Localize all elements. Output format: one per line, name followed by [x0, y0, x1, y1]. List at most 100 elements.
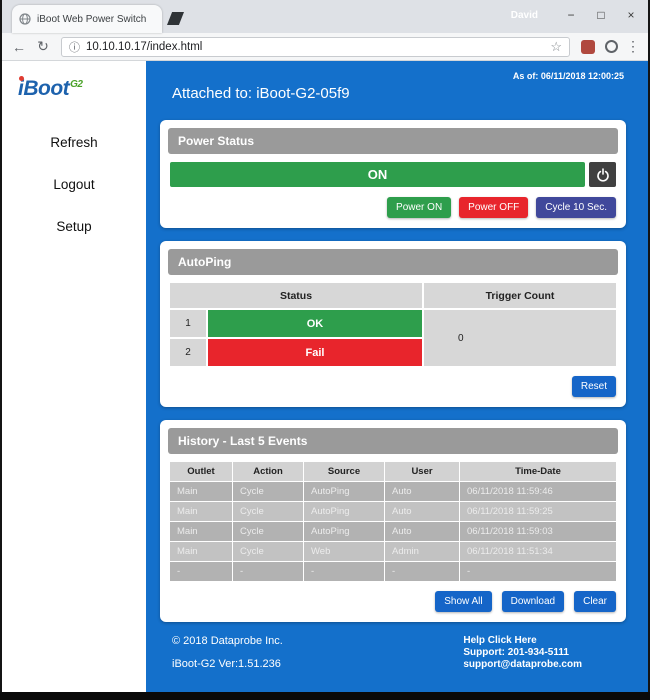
- maximize-icon[interactable]: □: [586, 2, 616, 28]
- power-toggle-button[interactable]: [589, 162, 616, 187]
- autoping-row-index: 2: [170, 339, 206, 366]
- autoping-status-ok: OK: [208, 310, 422, 337]
- history-cell: AutoPing: [304, 482, 384, 501]
- minimize-icon[interactable]: −: [556, 2, 586, 28]
- url-text[interactable]: 10.10.10.17/index.html: [86, 41, 544, 53]
- autoping-col-trigger: Trigger Count: [424, 283, 616, 308]
- autoping-row-index: 1: [170, 310, 206, 337]
- history-cell: 06/11/2018 11:51:34: [460, 542, 616, 561]
- footer-left: © 2018 Dataprobe Inc. iBoot-G2 Ver:1.51.…: [172, 635, 283, 671]
- browser-window: iBoot Web Power Switch David − □ × ← ↻ ⓘ…: [0, 0, 650, 700]
- main-area: As of: 06/11/2018 12:00:25 Attached to: …: [146, 61, 648, 692]
- power-buttons: Power ON Power OFF Cycle 10 Sec.: [168, 197, 616, 218]
- power-status-card: Power Status ON Power ON Power OFF: [160, 120, 626, 228]
- power-state-indicator: ON: [170, 162, 585, 187]
- new-tab-button[interactable]: [167, 12, 184, 25]
- history-cell: Main: [170, 542, 232, 561]
- window-bottom-edge: [0, 692, 650, 700]
- autoping-actions: Reset: [168, 376, 616, 397]
- autoping-table: Status Trigger Count 1 OK 0 2 Fail: [170, 283, 616, 366]
- page-footer: © 2018 Dataprobe Inc. iBoot-G2 Ver:1.51.…: [160, 635, 626, 692]
- history-cell: Main: [170, 522, 232, 541]
- bookmark-star-icon[interactable]: ☆: [550, 39, 562, 55]
- sidebar-item-setup[interactable]: Setup: [2, 219, 146, 234]
- history-cell: Web: [304, 542, 384, 561]
- titlebar: iBoot Web Power Switch David − □ ×: [2, 0, 648, 33]
- sidebar: iBootG2 Refresh Logout Setup: [2, 61, 146, 692]
- as-of-timestamp: As of: 06/11/2018 12:00:25: [513, 71, 624, 81]
- settings-icon[interactable]: [605, 40, 618, 53]
- history-cell: Auto: [385, 522, 459, 541]
- browser-tab[interactable]: iBoot Web Power Switch: [12, 5, 162, 33]
- history-cell: Main: [170, 502, 232, 521]
- logo-text: iBoot: [18, 77, 69, 100]
- close-icon[interactable]: ×: [616, 2, 646, 28]
- power-state-row: ON: [170, 162, 616, 187]
- history-cell: Admin: [385, 542, 459, 561]
- history-actions: Show All Download Clear: [168, 591, 616, 612]
- power-icon: [596, 168, 610, 182]
- cycle-button[interactable]: Cycle 10 Sec.: [536, 197, 616, 218]
- history-cell: AutoPing: [304, 522, 384, 541]
- history-cell: -: [170, 562, 232, 581]
- history-col-header: User: [385, 462, 459, 481]
- copyright-text: © 2018 Dataprobe Inc.: [172, 635, 283, 647]
- footer-right: Help Click Here Support: 201-934-5111 su…: [463, 635, 582, 671]
- support-email[interactable]: support@dataprobe.com: [463, 659, 582, 671]
- history-cell: 06/11/2018 11:59:25: [460, 502, 616, 521]
- trigger-count-value: 0: [424, 310, 616, 366]
- history-cell: -: [233, 562, 303, 581]
- window-controls: David − □ ×: [511, 2, 646, 28]
- page-content: iBootG2 Refresh Logout Setup As of: 06/1…: [2, 61, 648, 692]
- download-button[interactable]: Download: [502, 591, 564, 612]
- power-on-button[interactable]: Power ON: [387, 197, 451, 218]
- autoping-header: AutoPing: [168, 249, 618, 275]
- iboot-logo: iBootG2: [18, 77, 146, 101]
- logo-red-dot: [19, 76, 24, 81]
- page-info-icon[interactable]: ⓘ: [69, 39, 80, 55]
- history-col-header: Time-Date: [460, 462, 616, 481]
- history-card: History - Last 5 Events Outlet Action So…: [160, 420, 626, 622]
- history-cell: Auto: [385, 482, 459, 501]
- autoping-col-status: Status: [170, 283, 422, 308]
- logo-badge: G2: [70, 79, 82, 90]
- tab-title: iBoot Web Power Switch: [37, 14, 155, 25]
- history-cell: -: [460, 562, 616, 581]
- version-text: iBoot-G2 Ver:1.51.236: [172, 658, 283, 670]
- history-cell: 06/11/2018 11:59:03: [460, 522, 616, 541]
- power-off-button[interactable]: Power OFF: [459, 197, 528, 218]
- history-cell: Cycle: [233, 482, 303, 501]
- power-status-header: Power Status: [168, 128, 618, 154]
- autoping-status-fail: Fail: [208, 339, 422, 366]
- menu-icon[interactable]: ⋮: [625, 38, 641, 55]
- back-icon[interactable]: ←: [9, 39, 29, 55]
- history-cell: Cycle: [233, 522, 303, 541]
- history-cell: -: [385, 562, 459, 581]
- reload-icon[interactable]: ↻: [33, 38, 53, 55]
- address-bar[interactable]: ⓘ 10.10.10.17/index.html ☆: [61, 37, 570, 57]
- profile-name: David: [511, 10, 538, 21]
- extension-icon[interactable]: [581, 40, 595, 54]
- history-col-header: Action: [233, 462, 303, 481]
- show-all-button[interactable]: Show All: [435, 591, 491, 612]
- history-cell: Cycle: [233, 502, 303, 521]
- history-cell: Auto: [385, 502, 459, 521]
- support-phone: Support: 201-934-5111: [463, 647, 582, 659]
- window-body: iBoot Web Power Switch David − □ × ← ↻ ⓘ…: [0, 0, 650, 692]
- history-table: Outlet Action Source User Time-Date Main…: [170, 462, 616, 581]
- history-cell: AutoPing: [304, 502, 384, 521]
- history-col-header: Source: [304, 462, 384, 481]
- history-col-header: Outlet: [170, 462, 232, 481]
- history-cell: -: [304, 562, 384, 581]
- reset-button[interactable]: Reset: [572, 376, 616, 397]
- sidebar-item-refresh[interactable]: Refresh: [2, 135, 146, 150]
- clear-button[interactable]: Clear: [574, 591, 616, 612]
- browser-toolbar: ← ↻ ⓘ 10.10.10.17/index.html ☆ ⋮: [2, 33, 648, 61]
- history-cell: Cycle: [233, 542, 303, 561]
- history-header: History - Last 5 Events: [168, 428, 618, 454]
- history-cell: Main: [170, 482, 232, 501]
- sidebar-item-logout[interactable]: Logout: [2, 177, 146, 192]
- help-link[interactable]: Help Click Here: [463, 635, 582, 647]
- history-cell: 06/11/2018 11:59:46: [460, 482, 616, 501]
- tab-favicon-icon: [19, 13, 31, 25]
